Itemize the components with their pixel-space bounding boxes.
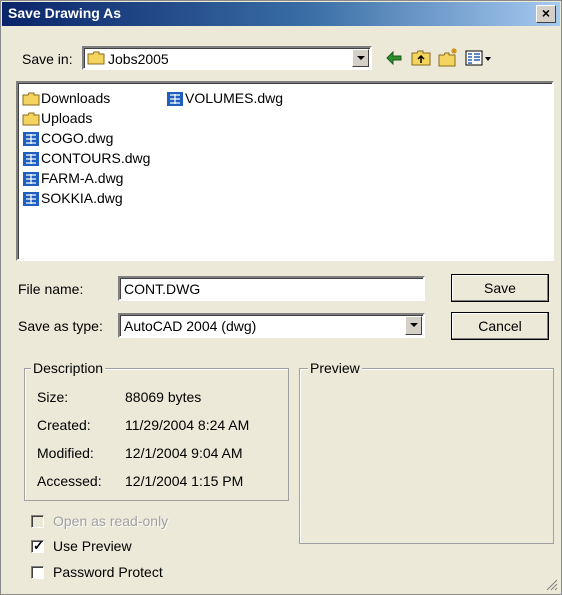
size-label: Size: (37, 389, 69, 405)
description-title: Description (31, 360, 106, 376)
up-folder-icon[interactable] (410, 47, 432, 69)
password-protect-checkbox[interactable] (31, 566, 44, 579)
save-in-value: Jobs2005 (108, 51, 169, 67)
dialog-title: Save Drawing As (8, 5, 122, 21)
save-button-label: Save (484, 280, 516, 296)
title-bar[interactable]: Save Drawing As × (2, 2, 560, 26)
modified-label: Modified: (37, 445, 94, 461)
file-name: VOLUMES.dwg (185, 90, 284, 106)
file-list[interactable]: Downloads Uploads COGO.dwg CONTOURS.dwg (16, 81, 554, 261)
use-preview-checkbox[interactable]: ✓ (31, 538, 44, 553)
folder-icon (87, 51, 105, 65)
cancel-button-label: Cancel (478, 318, 522, 334)
file-name-label: File name: (18, 281, 84, 297)
dwg-file-icon (23, 152, 39, 166)
accessed-value: 12/1/2004 1:15 PM (125, 473, 244, 489)
save-as-type-value: AutoCAD 2004 (dwg) (124, 318, 257, 334)
dwg-file-icon (23, 192, 39, 206)
dwg-file-icon (23, 132, 39, 146)
accessed-label: Accessed: (37, 473, 102, 489)
back-icon[interactable] (383, 47, 405, 69)
dwg-file-icon (23, 172, 39, 186)
file-name-value: CONT.DWG (124, 281, 201, 297)
file-name: Uploads (41, 110, 93, 126)
password-protect-label: Password Protect (53, 564, 163, 580)
folder-icon (22, 92, 40, 106)
use-preview-label: Use Preview (53, 538, 132, 554)
save-drawing-dialog: Save Drawing As × Save in: Jobs2005 Down… (0, 0, 562, 595)
file-name-field[interactable]: CONT.DWG (118, 276, 425, 301)
description-group: Description Size: 88069 bytes Created: 1… (24, 360, 289, 501)
save-in-label: Save in: (22, 51, 73, 67)
file-name: CONTOURS.dwg (41, 150, 151, 166)
preview-group: Preview (299, 360, 554, 544)
size-value: 88069 bytes (125, 389, 202, 405)
close-button[interactable]: × (536, 5, 556, 23)
dwg-file-icon (167, 92, 183, 106)
file-name: FARM-A.dwg (41, 170, 124, 186)
cancel-button[interactable]: Cancel (451, 312, 549, 340)
views-menu-icon[interactable] (464, 47, 494, 69)
file-name: COGO.dwg (41, 130, 114, 146)
chevron-down-icon[interactable] (352, 49, 369, 67)
open-read-only-label: Open as read-only (53, 513, 169, 529)
save-button[interactable]: Save (451, 274, 549, 302)
open-read-only-checkbox[interactable] (31, 515, 44, 528)
file-name: SOKKIA.dwg (41, 190, 123, 206)
save-as-type-label: Save as type: (18, 318, 103, 334)
resize-grip-icon[interactable] (546, 579, 558, 591)
created-value: 11/29/2004 8:24 AM (125, 417, 250, 433)
chevron-down-icon[interactable] (405, 316, 422, 335)
folder-icon (22, 112, 40, 126)
checkmark-icon: ✓ (33, 538, 44, 553)
modified-value: 12/1/2004 9:04 AM (125, 445, 243, 461)
save-as-type-combobox[interactable]: AutoCAD 2004 (dwg) (118, 313, 425, 338)
close-icon: × (541, 5, 551, 21)
new-folder-icon[interactable] (437, 47, 459, 69)
preview-title: Preview (308, 360, 362, 376)
save-in-combobox[interactable]: Jobs2005 (82, 46, 372, 70)
file-name: Downloads (41, 90, 111, 106)
created-label: Created: (37, 417, 91, 433)
